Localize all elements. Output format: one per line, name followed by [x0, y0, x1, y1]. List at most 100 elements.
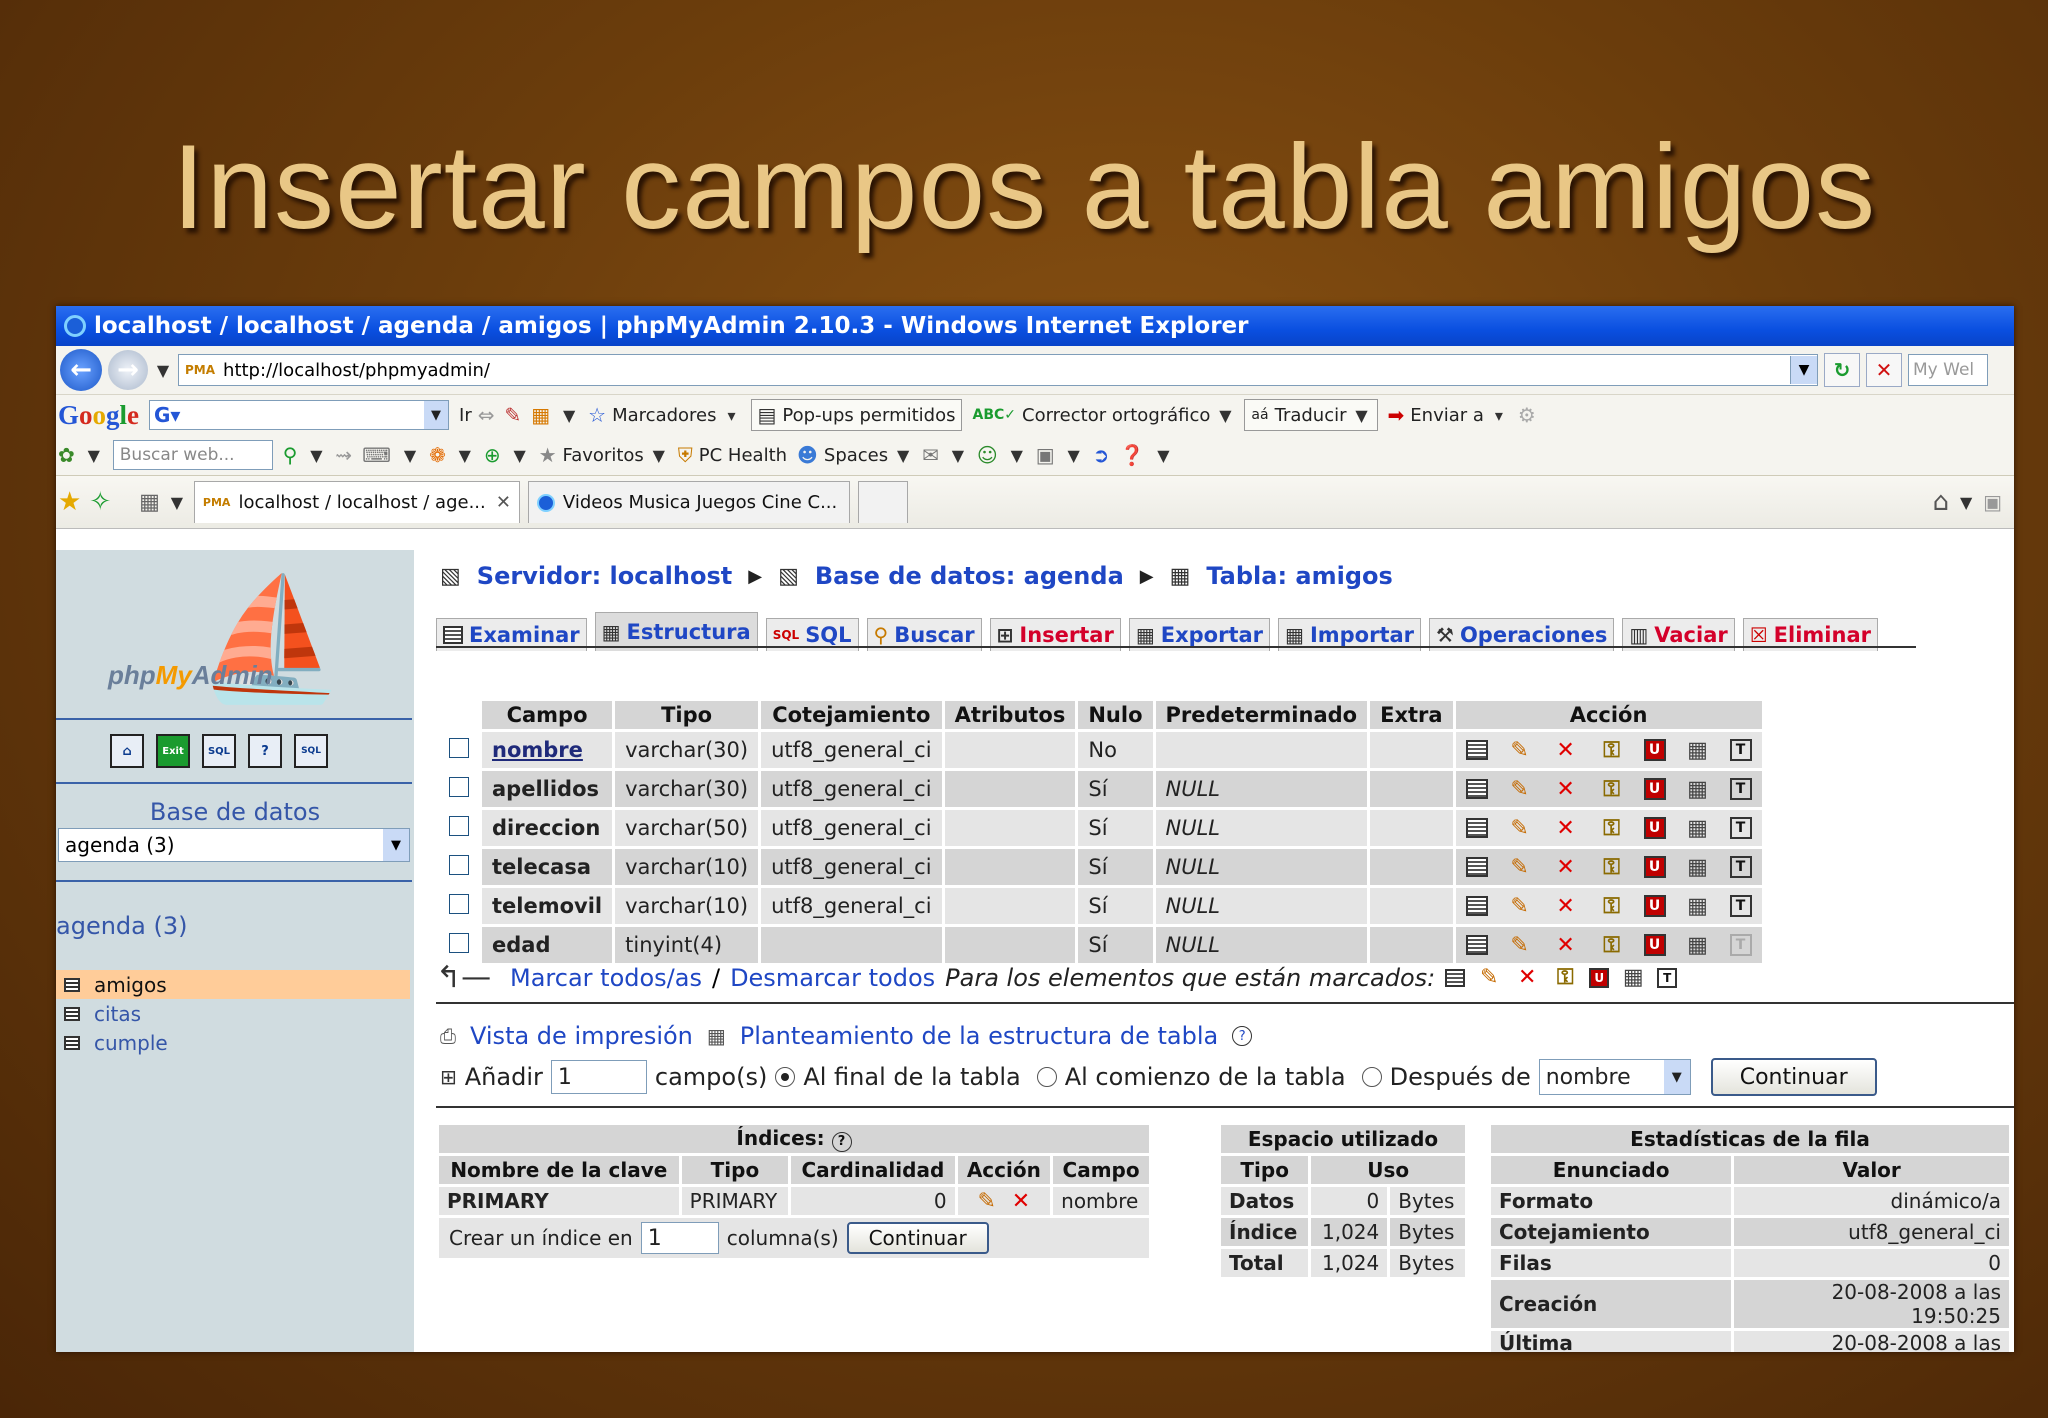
unique-icon[interactable]: U — [1643, 817, 1666, 839]
query-window-icon[interactable]: SQL — [294, 734, 328, 768]
field-count-input[interactable]: 1 — [550, 1060, 647, 1094]
browse-icon[interactable] — [1465, 818, 1488, 838]
drop-icon[interactable]: ✕ — [1552, 814, 1580, 842]
forward-button[interactable]: → — [108, 350, 148, 390]
google-search-input[interactable]: G▾ ▼ — [149, 400, 450, 430]
row-checkbox[interactable] — [449, 815, 469, 836]
unique-icon[interactable]: U — [1643, 739, 1666, 761]
unique-icon[interactable]: U — [1643, 778, 1666, 800]
spellcheck-button[interactable]: ABC✓ Corrector ortográfico ▼ — [972, 405, 1234, 426]
tab-phpmyadmin[interactable]: PMA localhost / localhost / age... ✕ — [193, 481, 520, 523]
fulltext-icon[interactable]: T — [1729, 856, 1752, 878]
popup-blocker-icon[interactable]: ▦ — [531, 403, 550, 427]
row-checkbox[interactable] — [449, 854, 469, 875]
help-icon[interactable]: ? — [831, 1131, 852, 1152]
field-name[interactable]: nombre — [482, 732, 613, 768]
index-icon[interactable]: ▦ — [1684, 931, 1712, 959]
favorites-button[interactable]: ★ Favoritos ▼ — [539, 443, 668, 467]
edit-icon[interactable]: ✎ — [1506, 736, 1534, 764]
index-icon[interactable]: ▦ — [1684, 775, 1712, 803]
index-columns-input[interactable]: 1 — [640, 1222, 719, 1254]
unique-icon[interactable]: U — [1643, 856, 1666, 878]
breadcrumb-server[interactable]: Servidor: localhost — [477, 562, 732, 590]
new-tab-button[interactable] — [857, 481, 908, 523]
eraser-icon[interactable]: ✎ — [505, 403, 522, 427]
row-checkbox[interactable] — [449, 893, 469, 914]
pc-health-button[interactable]: ⛨ PC Health — [678, 443, 787, 467]
browse-icon[interactable] — [1445, 968, 1466, 987]
mail-icon[interactable]: ✉ — [922, 443, 939, 467]
rss-dropdown-icon[interactable]: ▼ — [1065, 446, 1083, 465]
breadcrumb-database[interactable]: Base de datos: agenda — [815, 562, 1124, 590]
stop-button[interactable]: ✕ — [1866, 353, 1902, 387]
browse-icon[interactable] — [1465, 896, 1488, 916]
row-checkbox[interactable] — [449, 932, 469, 953]
index-icon[interactable]: ▦ — [1684, 814, 1712, 842]
index-icon[interactable]: ▦ — [1684, 892, 1712, 920]
add-favorite-icon[interactable]: ✧ — [89, 487, 111, 517]
edit-icon[interactable]: ✎ — [1506, 853, 1534, 881]
row-checkbox[interactable] — [449, 737, 469, 758]
add-icon[interactable]: ⊕ — [484, 443, 501, 467]
after-field-select[interactable]: nombre ▼ — [1538, 1059, 1691, 1095]
messenger-dropdown-icon[interactable]: ▼ — [1008, 446, 1026, 465]
browse-icon[interactable] — [1465, 740, 1488, 760]
edit-icon[interactable]: ✎ — [1506, 775, 1534, 803]
primary-key-icon[interactable]: ⚿ — [1598, 892, 1626, 920]
fulltext-icon[interactable]: T — [1729, 934, 1752, 956]
mark-all-link[interactable]: Marcar todos/as — [510, 964, 702, 992]
drop-icon[interactable]: ✕ — [1007, 1187, 1035, 1215]
butterfly-dropdown-icon[interactable]: ▼ — [456, 446, 474, 465]
primary-key-icon[interactable]: ⚿ — [1598, 931, 1626, 959]
favorites-star-icon[interactable]: ★ — [58, 487, 81, 517]
keyboard-dropdown-icon[interactable]: ▼ — [401, 446, 419, 465]
database-heading-link[interactable]: agenda (3) — [56, 912, 187, 940]
close-tab-icon[interactable]: ✕ — [496, 492, 511, 513]
tab-videos[interactable]: Videos Musica Juegos Cine C... — [527, 481, 850, 523]
drop-icon[interactable]: ✕ — [1552, 853, 1580, 881]
help-circle-icon[interactable]: ❓ — [1119, 443, 1144, 467]
search-icon[interactable]: ⚲ — [283, 443, 298, 467]
live-search-input[interactable]: My Wel — [1908, 354, 1988, 386]
history-dropdown-icon[interactable]: ▼ — [154, 361, 172, 380]
unique-icon[interactable]: U — [1589, 967, 1610, 988]
pma-logo[interactable]: phpMyAdmin — [108, 660, 273, 691]
drop-icon[interactable]: ✕ — [1552, 931, 1580, 959]
database-select[interactable]: agenda (3) ▼ — [58, 828, 410, 862]
continue-button[interactable]: Continuar — [1710, 1058, 1877, 1096]
ir-button[interactable]: Ir ⇔ — [459, 403, 494, 427]
home-icon[interactable]: ⌂ — [110, 734, 144, 768]
fulltext-icon[interactable]: T — [1729, 895, 1752, 917]
search-dropdown-icon[interactable]: ▼ — [307, 446, 325, 465]
relation-view-link[interactable]: Planteamiento de la estructura de tabla — [740, 1022, 1218, 1050]
unmark-all-link[interactable]: Desmarcar todos — [730, 964, 935, 992]
row-checkbox[interactable] — [449, 776, 469, 797]
primary-key-icon[interactable]: ⚿ — [1598, 736, 1626, 764]
radio-at-end[interactable] — [775, 1067, 796, 1087]
browse-icon[interactable] — [1465, 857, 1488, 877]
edit-icon[interactable]: ✎ — [1506, 892, 1534, 920]
refresh-button[interactable]: ↻ — [1824, 353, 1860, 387]
home-icon[interactable]: ⌂ — [1933, 487, 1950, 517]
wrench-icon[interactable]: ⚙ — [1518, 403, 1536, 427]
msn-dropdown-icon[interactable]: ▼ — [85, 446, 103, 465]
popups-allowed-button[interactable]: ▤ Pop-ups permitidos — [750, 399, 963, 431]
drop-icon[interactable]: ✕ — [1513, 964, 1541, 992]
drop-icon[interactable]: ✕ — [1552, 775, 1580, 803]
primary-key-icon[interactable]: ⚿ — [1598, 853, 1626, 881]
drop-icon[interactable]: ✕ — [1552, 892, 1580, 920]
url-dropdown-icon[interactable]: ▼ — [1790, 356, 1817, 384]
primary-key-icon[interactable]: ⚿ — [1598, 775, 1626, 803]
google-dropdown-icon[interactable]: ▼ — [424, 401, 449, 429]
edit-icon[interactable]: ✎ — [1475, 964, 1503, 992]
translate-button[interactable]: aá Traducir ▼ — [1244, 399, 1378, 431]
fulltext-icon[interactable]: T — [1729, 817, 1752, 839]
fulltext-icon[interactable]: T — [1657, 967, 1678, 988]
index-icon[interactable]: ▦ — [1684, 853, 1712, 881]
messenger-icon[interactable]: ☺ — [977, 443, 998, 467]
rss-icon[interactable]: ▣ — [1036, 443, 1055, 467]
unique-icon[interactable]: U — [1643, 895, 1666, 917]
radio-after[interactable] — [1361, 1067, 1382, 1087]
popup-dropdown-icon[interactable]: ▼ — [560, 406, 578, 425]
index-icon[interactable]: ▦ — [1619, 964, 1647, 992]
